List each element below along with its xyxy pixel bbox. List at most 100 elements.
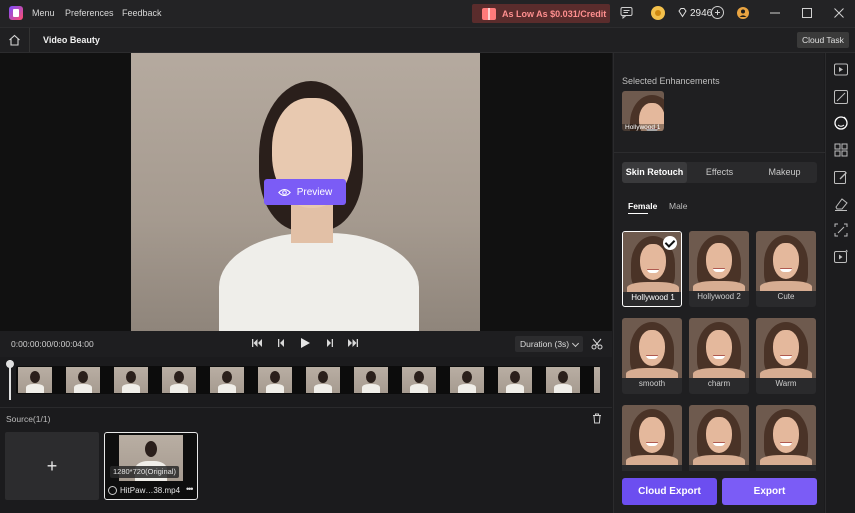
maximize-icon[interactable] <box>801 7 813 19</box>
coin-icon[interactable] <box>651 6 665 20</box>
slash-box-icon[interactable] <box>833 89 849 105</box>
source-label: Source(1/1) <box>6 414 51 424</box>
add-video-button[interactable]: + <box>5 432 99 500</box>
filmstrip-frame <box>546 367 580 393</box>
chevron-down-icon <box>571 339 580 348</box>
selected-enhancement-label: Hollywood 1 <box>622 124 664 131</box>
title-bar: Menu Preferences Feedback As Low As $0.0… <box>0 0 855 27</box>
filmstrip-frame <box>18 367 52 393</box>
filmstrip-frame <box>498 367 532 393</box>
skip-to-start-icon[interactable] <box>251 338 263 348</box>
minimize-icon[interactable] <box>769 7 781 19</box>
previous-frame-icon[interactable] <box>277 338 285 348</box>
tab-female[interactable]: Female <box>628 201 657 211</box>
duration-value: Duration (3s) <box>520 339 570 349</box>
selected-enhancement-thumb[interactable]: Hollywood 1 <box>622 91 664 131</box>
filmstrip-frame <box>402 367 436 393</box>
filmstrip[interactable] <box>16 366 600 394</box>
more-options-icon[interactable]: ••• <box>186 484 194 494</box>
checkmark-icon <box>663 236 677 250</box>
plus-icon: + <box>46 455 58 476</box>
side-toolbar <box>825 53 855 513</box>
preset-label: Hollywood 1 <box>631 293 675 302</box>
header-bar: Video Beauty Cloud Task <box>0 27 855 53</box>
filmstrip-frame <box>594 367 600 393</box>
page-title: Video Beauty <box>43 35 100 45</box>
source-filename: HitPaw…38.mp4 <box>120 486 181 495</box>
enhance-select-icon[interactable] <box>833 222 849 238</box>
tab-makeup[interactable]: Makeup <box>752 162 817 183</box>
preset-smooth[interactable]: smooth <box>622 318 682 394</box>
filmstrip-frame <box>354 367 388 393</box>
preset-item[interactable] <box>756 405 816 471</box>
playhead[interactable] <box>6 360 14 400</box>
menu-button[interactable]: Menu <box>32 8 55 18</box>
gift-icon <box>482 7 496 20</box>
preset-charm[interactable]: charm <box>689 318 749 394</box>
eye-icon <box>277 188 291 196</box>
source-video-tile[interactable]: 1280*720(Original) HitPaw…38.mp4 ••• <box>104 432 198 500</box>
preset-cute[interactable]: Cute <box>756 231 816 307</box>
filmstrip-frame <box>450 367 484 393</box>
preset-label: Warm <box>775 379 797 388</box>
ai-video-icon[interactable] <box>833 249 849 265</box>
diamond-icon <box>678 8 687 18</box>
filmstrip-frame <box>162 367 196 393</box>
video-hd-icon[interactable] <box>833 62 849 78</box>
source-resolution: 1280*720(Original) <box>110 466 179 478</box>
duration-select[interactable]: Duration (3s) <box>515 336 583 352</box>
divider <box>614 152 825 153</box>
app-logo-icon <box>9 6 23 20</box>
feedback-button[interactable]: Feedback <box>122 8 162 18</box>
filmstrip-frame <box>306 367 340 393</box>
promo-text: As Low As $0.031/Credit <box>502 8 607 19</box>
preset-item[interactable] <box>689 405 749 471</box>
credits-count: 2946 <box>690 8 713 19</box>
cloud-task-button[interactable]: Cloud Task <box>797 32 849 48</box>
preferences-button[interactable]: Preferences <box>65 8 114 18</box>
preset-warm[interactable]: Warm <box>756 318 816 394</box>
beauty-face-icon[interactable] <box>833 115 849 131</box>
tab-effects[interactable]: Effects <box>687 162 752 183</box>
preset-hollywood-1[interactable]: Hollywood 1 <box>622 231 682 307</box>
source-panel: Source(1/1) + 1280*720(Original) HitPaw…… <box>0 407 612 513</box>
promo-banner[interactable]: As Low As $0.031/Credit <box>472 4 610 23</box>
timecode: 0:00:00:00/0:00:04:00 <box>11 339 94 349</box>
tab-male[interactable]: Male <box>669 201 687 211</box>
account-icon[interactable] <box>736 6 750 20</box>
edit-icon[interactable] <box>833 169 849 185</box>
preset-grid: Hollywood 1 Hollywood 2 Cute smooth char… <box>622 231 817 471</box>
tab-skin-retouch[interactable]: Skin Retouch <box>622 162 687 183</box>
export-button[interactable]: Export <box>722 478 817 505</box>
preset-label: charm <box>707 379 731 388</box>
close-icon[interactable] <box>833 7 845 19</box>
preview-label: Preview <box>296 186 333 198</box>
cloud-export-button[interactable]: Cloud Export <box>622 478 717 505</box>
trash-icon[interactable] <box>592 413 602 424</box>
message-icon[interactable] <box>620 6 633 19</box>
scissors-icon[interactable] <box>591 338 603 350</box>
filmstrip-frame <box>114 367 148 393</box>
grid-icon[interactable] <box>833 142 849 158</box>
preset-hollywood-2[interactable]: Hollywood 2 <box>689 231 749 307</box>
eraser-icon[interactable] <box>833 196 849 212</box>
filmstrip-frame <box>258 367 292 393</box>
next-frame-icon[interactable] <box>326 338 334 348</box>
preview-button[interactable]: Preview <box>264 179 346 205</box>
timeline[interactable] <box>0 357 612 403</box>
preset-label: Hollywood 2 <box>697 292 741 301</box>
preset-label: Cute <box>777 292 795 301</box>
add-credits-icon[interactable] <box>711 6 724 19</box>
home-button[interactable] <box>0 28 30 52</box>
female-tab-underline <box>628 213 648 214</box>
cloud-icon <box>108 486 117 495</box>
selected-enhancements-label: Selected Enhancements <box>622 76 720 86</box>
preset-item[interactable] <box>622 405 682 471</box>
playback-controls: 0:00:00:00/0:00:04:00 Duration (3s) <box>0 331 612 357</box>
enhancement-panel: Selected Enhancements Hollywood 1 Skin R… <box>613 53 825 513</box>
play-icon[interactable] <box>300 337 311 349</box>
video-preview-area: Preview <box>0 53 612 331</box>
preset-label: smooth <box>638 379 666 388</box>
enhancement-tabs: Skin Retouch Effects Makeup <box>622 162 817 183</box>
skip-to-end-icon[interactable] <box>347 338 359 348</box>
